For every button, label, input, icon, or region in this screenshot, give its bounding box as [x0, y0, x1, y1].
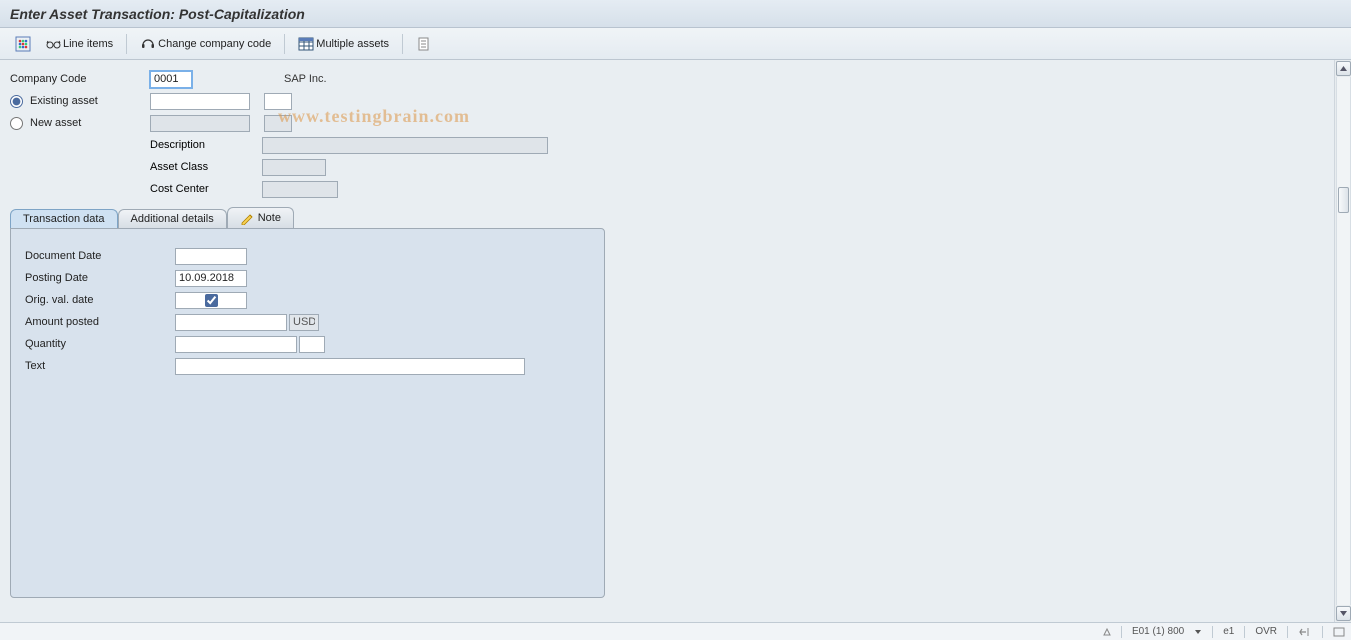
- scroll-up-button[interactable]: [1336, 61, 1351, 76]
- toolbar-separator: [284, 34, 285, 54]
- document-date-label: Document Date: [25, 250, 175, 262]
- toolbar-icon-button-2[interactable]: [411, 33, 437, 55]
- vertical-scrollbar[interactable]: [1334, 60, 1351, 622]
- quantity-unit-input[interactable]: [299, 336, 325, 353]
- status-left-triangle: [1103, 628, 1111, 636]
- page-title: Enter Asset Transaction: Post-Capitaliza…: [10, 6, 305, 22]
- multiple-assets-label: Multiple assets: [316, 38, 389, 50]
- existing-asset-text: Existing asset: [30, 95, 98, 107]
- amount-posted-label: Amount posted: [25, 316, 175, 328]
- quantity-input[interactable]: [175, 336, 297, 353]
- cost-center-label: Cost Center: [150, 183, 262, 195]
- status-bar: E01 (1) 800 e1 OVR: [0, 622, 1351, 640]
- grid-dots-icon: [15, 36, 31, 52]
- document-icon: [416, 36, 432, 52]
- main-area: www.testingbrain.com Company Code SAP In…: [0, 60, 1351, 622]
- content-area: Company Code SAP Inc. Existing asset New…: [0, 60, 1334, 622]
- new-asset-radio-label[interactable]: New asset: [10, 117, 150, 130]
- existing-asset-subnumber-input[interactable]: [264, 93, 292, 110]
- company-code-label: Company Code: [10, 73, 150, 85]
- change-company-code-label: Change company code: [158, 38, 271, 50]
- existing-asset-row: Existing asset: [10, 90, 1322, 112]
- posting-date-row: Posting Date: [25, 267, 590, 289]
- cost-center-row: Cost Center: [10, 178, 1322, 200]
- application-toolbar: Line items Change company code Multiple …: [0, 28, 1351, 60]
- existing-asset-radio-label[interactable]: Existing asset: [10, 95, 150, 108]
- headset-icon: [140, 36, 156, 52]
- company-code-row: Company Code SAP Inc.: [10, 68, 1322, 90]
- dropdown-icon[interactable]: [1194, 628, 1202, 636]
- line-items-label: Line items: [63, 38, 113, 50]
- toolbar-icon-button-1[interactable]: [10, 33, 36, 55]
- company-code-input[interactable]: [150, 71, 192, 88]
- status-end-icon[interactable]: [1333, 627, 1345, 637]
- scrollbar-thumb[interactable]: [1338, 187, 1349, 213]
- status-divider: [1121, 626, 1122, 638]
- text-input[interactable]: [175, 358, 525, 375]
- status-divider: [1244, 626, 1245, 638]
- tab-additional-details[interactable]: Additional details: [118, 209, 227, 228]
- posting-date-input[interactable]: [175, 270, 247, 287]
- currency-field: [289, 314, 319, 331]
- new-asset-text: New asset: [30, 117, 81, 129]
- asset-class-row: Asset Class: [10, 156, 1322, 178]
- glasses-icon: [45, 36, 61, 52]
- tab-additional-details-label: Additional details: [131, 213, 214, 225]
- description-label: Description: [150, 139, 262, 151]
- existing-asset-input[interactable]: [150, 93, 250, 110]
- title-bar: Enter Asset Transaction: Post-Capitaliza…: [0, 0, 1351, 28]
- quantity-row: Quantity: [25, 333, 590, 355]
- line-items-button[interactable]: Line items: [40, 33, 118, 55]
- text-label: Text: [25, 360, 175, 372]
- toolbar-separator: [126, 34, 127, 54]
- posting-date-label: Posting Date: [25, 272, 175, 284]
- scroll-down-button[interactable]: [1336, 606, 1351, 621]
- description-row: Description: [10, 134, 1322, 156]
- status-nav-icon[interactable]: [1298, 627, 1312, 637]
- document-date-input[interactable]: [175, 248, 247, 265]
- quantity-label: Quantity: [25, 338, 175, 350]
- status-client: e1: [1223, 626, 1234, 637]
- tab-note-label: Note: [258, 212, 281, 224]
- status-divider: [1322, 626, 1323, 638]
- new-asset-row: New asset: [10, 112, 1322, 134]
- cost-center-field-disabled: [262, 181, 338, 198]
- tab-strip: Transaction data Additional details Note: [10, 206, 1322, 228]
- scrollbar-track[interactable]: [1336, 77, 1351, 605]
- new-asset-subnumber-disabled: [264, 115, 292, 132]
- asset-class-field-disabled: [262, 159, 326, 176]
- status-divider: [1212, 626, 1213, 638]
- asset-class-label: Asset Class: [150, 161, 262, 173]
- change-company-code-button[interactable]: Change company code: [135, 33, 276, 55]
- tab-transaction-data[interactable]: Transaction data: [10, 209, 118, 228]
- document-date-row: Document Date: [25, 245, 590, 267]
- new-asset-input-disabled: [150, 115, 250, 132]
- tab-note[interactable]: Note: [227, 207, 294, 228]
- tab-panel-transaction-data: Document Date Posting Date Orig. val. da…: [10, 228, 605, 598]
- multiple-assets-button[interactable]: Multiple assets: [293, 33, 394, 55]
- pencil-icon: [240, 211, 254, 225]
- orig-val-date-row: Orig. val. date: [25, 289, 590, 311]
- orig-val-date-label: Orig. val. date: [25, 294, 175, 306]
- status-mode: OVR: [1255, 626, 1277, 637]
- status-session: E01 (1) 800: [1132, 626, 1184, 637]
- company-name-text: SAP Inc.: [284, 73, 327, 85]
- existing-asset-radio[interactable]: [10, 95, 23, 108]
- table-icon: [298, 36, 314, 52]
- text-row: Text: [25, 355, 590, 377]
- toolbar-separator: [402, 34, 403, 54]
- new-asset-radio[interactable]: [10, 117, 23, 130]
- description-field-disabled: [262, 137, 548, 154]
- amount-posted-input[interactable]: [175, 314, 287, 331]
- status-divider: [1287, 626, 1288, 638]
- amount-posted-row: Amount posted: [25, 311, 590, 333]
- tab-transaction-data-label: Transaction data: [23, 213, 105, 225]
- orig-val-date-checkbox[interactable]: [205, 294, 218, 307]
